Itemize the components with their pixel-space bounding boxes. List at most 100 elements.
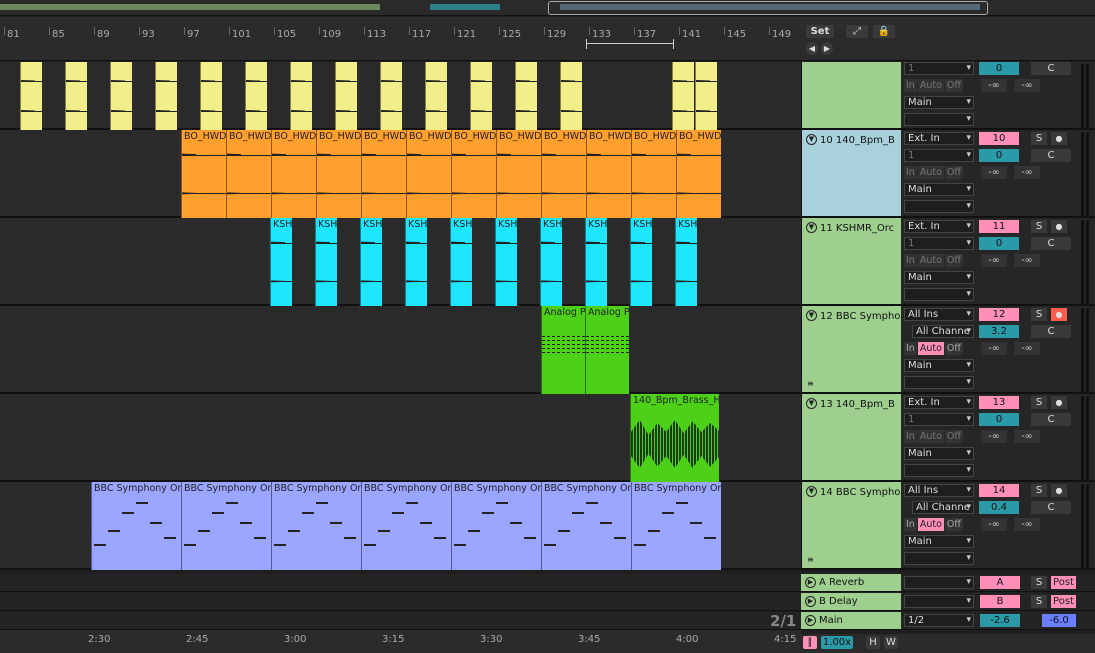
prev-locator-icon[interactable]: ◀ (806, 42, 818, 55)
main-pan[interactable]: -6.0 (1042, 614, 1076, 627)
clip[interactable]: BO_HWD (316, 130, 361, 218)
volume-value[interactable]: 0 (979, 149, 1019, 162)
clip[interactable]: BO_HWD (181, 130, 226, 218)
monitor-off-button[interactable]: Off (944, 430, 963, 443)
track-lane-t11[interactable]: KSH KSH KSH KSH KSH KSH KSH KSH KSH KSH (0, 218, 801, 306)
lock-icon[interactable]: 🔒 (873, 25, 895, 38)
clip[interactable] (200, 62, 222, 130)
fold-icon[interactable]: ▼ (806, 310, 817, 321)
pan-value[interactable]: C (1031, 501, 1071, 514)
monitor-off-button[interactable]: Off (944, 342, 963, 355)
height-toggle[interactable]: H (866, 636, 880, 649)
track-header-t11[interactable]: ▼ 11 KSHMR_Orc (801, 218, 901, 306)
output-channel[interactable] (904, 288, 974, 301)
clip[interactable]: BO_HWD (451, 130, 496, 218)
monitor-auto-button[interactable]: Auto (917, 254, 944, 267)
clip[interactable]: 140_Bpm_Brass_H (630, 394, 719, 482)
send-a[interactable]: -∞ (981, 430, 1007, 443)
pan-value[interactable]: C (1031, 62, 1071, 75)
clip[interactable]: BBC Symphony Or (91, 482, 181, 570)
arm-button[interactable]: ● (1051, 484, 1067, 497)
monitor-off-button[interactable]: Off (944, 79, 963, 92)
arrangement-overview[interactable] (0, 0, 1095, 16)
fold-icon[interactable]: ▶ (805, 596, 816, 607)
clip[interactable]: KSH (495, 218, 517, 306)
track-number[interactable]: 14 (979, 484, 1019, 497)
main-header[interactable]: ▶ Main (801, 612, 901, 629)
input-select[interactable]: Ext. In (904, 220, 974, 233)
fold-icon[interactable]: ▼ (806, 486, 817, 497)
output-select[interactable]: Main (904, 183, 974, 196)
send-b[interactable]: -∞ (1014, 166, 1040, 179)
output-select[interactable]: Main (904, 535, 974, 548)
return-track-a[interactable]: ▶A Reverb A S Post (0, 574, 1095, 592)
fold-icon[interactable]: ▼ (806, 398, 817, 409)
monitor-auto-button[interactable]: Auto (917, 430, 944, 443)
pan-value[interactable]: C (1031, 325, 1071, 338)
monitor-off-button[interactable]: Off (944, 166, 963, 179)
clip[interactable]: BO_HWD (496, 130, 541, 218)
volume-value[interactable]: 0.4 (979, 501, 1019, 514)
clip[interactable]: KSH (315, 218, 337, 306)
arm-button[interactable]: ● (1051, 132, 1067, 145)
fold-icon[interactable]: ▼ (806, 222, 817, 233)
solo-button[interactable]: S (1031, 220, 1047, 233)
clip[interactable] (515, 62, 537, 130)
send-a[interactable]: -∞ (981, 342, 1007, 355)
solo-button[interactable]: S (1031, 576, 1047, 589)
track-lane-t12[interactable]: Analog P Analog P (0, 306, 801, 394)
channel-select[interactable]: 1 (904, 237, 974, 250)
clip[interactable] (380, 62, 402, 130)
monitor-auto-button[interactable]: Auto (917, 166, 944, 179)
main-volume[interactable]: -2.6 (980, 614, 1020, 627)
return-tag[interactable]: B (980, 595, 1020, 608)
next-locator-icon[interactable]: ▶ (821, 42, 833, 55)
clip[interactable]: BBC Symphony Or (541, 482, 631, 570)
track-number[interactable]: 11 (979, 220, 1019, 233)
clip[interactable] (65, 62, 87, 130)
zoom-level[interactable]: 1.00x (821, 636, 853, 649)
send-a[interactable]: -∞ (981, 254, 1007, 267)
monitor-auto-button[interactable]: Auto (917, 79, 944, 92)
solo-button[interactable]: S (1031, 132, 1047, 145)
fold-icon[interactable]: ▶ (805, 615, 816, 626)
clip[interactable]: KSH (270, 218, 292, 306)
channel-select[interactable]: 1 (904, 149, 974, 162)
bar-ruler[interactable]: 81 85 89 93 97 101 105 109 113 117 121 125 129 133 137… (0, 17, 801, 61)
main-output-select[interactable]: 1/2 (904, 614, 974, 627)
expand-icon[interactable]: ⤢ (846, 25, 868, 38)
monitor-off-button[interactable]: Off (944, 254, 963, 267)
track-lane-t13[interactable]: 140_Bpm_Brass_H (0, 394, 801, 482)
track-number[interactable]: 13 (979, 396, 1019, 409)
pan-value[interactable]: C (1031, 237, 1071, 250)
track-number[interactable]: 12 (979, 308, 1019, 321)
loop-brace[interactable] (586, 39, 674, 49)
clip[interactable] (110, 62, 132, 130)
waveform-icon[interactable]: ∥ (803, 636, 817, 649)
clip[interactable] (470, 62, 492, 130)
send-a[interactable]: -∞ (981, 166, 1007, 179)
post-button[interactable]: Post (1051, 595, 1076, 608)
monitor-in-button[interactable]: In (904, 342, 917, 355)
solo-button[interactable]: S (1031, 484, 1047, 497)
menu-icon[interactable]: ≡ (807, 379, 814, 388)
input-select[interactable]: Ext. In (904, 132, 974, 145)
clip[interactable]: KSH (675, 218, 697, 306)
channel-select[interactable]: 1 (904, 62, 974, 75)
set-locator-button[interactable]: Set (806, 25, 834, 38)
solo-button[interactable]: S (1031, 595, 1047, 608)
volume-value[interactable]: 0 (979, 237, 1019, 250)
track-lane-top[interactable] (0, 62, 801, 130)
track-lane-t14[interactable]: BBC Symphony Or BBC Symphony Or BBC Sympho… (0, 482, 801, 570)
channel-select[interactable]: All Channe (912, 501, 974, 514)
monitor-in-button[interactable]: In (904, 430, 917, 443)
return-input[interactable] (904, 576, 974, 589)
clip[interactable]: BO_HWD (406, 130, 451, 218)
output-select[interactable]: Main (904, 447, 974, 460)
clip[interactable]: BO_HWD (631, 130, 676, 218)
send-a[interactable]: -∞ (981, 79, 1007, 92)
post-button[interactable]: Post (1051, 576, 1076, 589)
output-select[interactable]: Main (904, 271, 974, 284)
output-channel[interactable] (904, 200, 974, 213)
clip[interactable]: BBC Symphony Or (181, 482, 271, 570)
